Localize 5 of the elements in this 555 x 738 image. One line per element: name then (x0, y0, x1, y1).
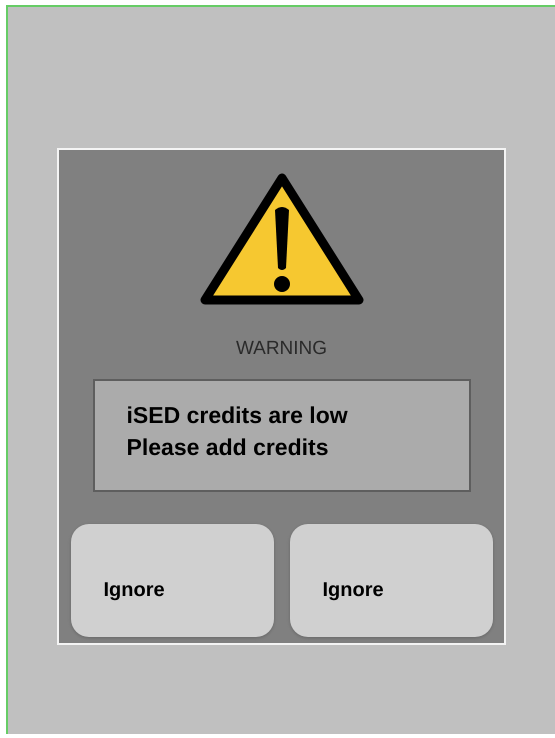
warning-heading: WARNING (236, 338, 328, 360)
ignore-button[interactable]: Ignore (290, 524, 492, 637)
message-text: Please add credits (126, 433, 330, 462)
ignore-button[interactable]: Ignore (70, 524, 274, 637)
message-text: iSED credits are low (126, 401, 349, 430)
